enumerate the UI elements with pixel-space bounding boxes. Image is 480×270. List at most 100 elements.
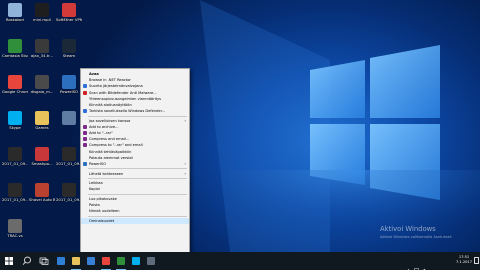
- menu-item[interactable]: Ominaisuudet: [81, 217, 189, 224]
- menu-separator: [88, 168, 187, 170]
- steam-icon: [62, 39, 76, 53]
- taskbar-clock[interactable]: 17:51 7.1.2017: [456, 255, 472, 265]
- network-icon[interactable]: [414, 258, 419, 270]
- menu-item[interactable]: Kopioi: [81, 186, 189, 192]
- menu-item-label: Add to "-.rar": [89, 131, 113, 136]
- game-icon: [35, 183, 49, 197]
- taskbar-app[interactable]: [54, 252, 68, 270]
- chevron-right-icon: ›: [184, 161, 186, 166]
- desktop-icon[interactable]: Games: [29, 111, 55, 143]
- menu-item-label: Lähetä kohteeseen: [89, 171, 124, 176]
- menu-item[interactable]: Tarkista sovelluksella Windows Defender.…: [81, 108, 189, 114]
- menu-item-label: Poista: [89, 203, 100, 208]
- menu-item-label: Tarkista sovelluksella Windows Defender.…: [89, 109, 166, 114]
- camtasia-icon: [8, 39, 22, 53]
- video-file-icon: [62, 147, 76, 161]
- desktop-icon-label: PowerISO: [60, 90, 78, 94]
- desktop-icon[interactable]: disgaia_m...: [29, 75, 55, 107]
- activate-windows-subtitle: Aktivoi Windows valitsemalla Asetukset.: [380, 235, 453, 239]
- menu-item-label: Palauta aiemmat versiot: [89, 155, 133, 160]
- winrar-icon: [83, 131, 87, 136]
- notification-icon[interactable]: [474, 257, 479, 264]
- desktop-icon-label: Shovel Auto Baldurs...: [29, 198, 55, 202]
- menu-item-label: Luo pikakuvake: [89, 196, 117, 201]
- taskbar-app[interactable]: [144, 252, 158, 270]
- desktop-icon-label: TRAC.vs: [7, 234, 23, 238]
- menu-item-label: Yhteensopivuusongelmien vianmääritys: [89, 96, 161, 101]
- taskbar-app[interactable]: [99, 252, 113, 270]
- desktop-icon-label: disgaia_m...: [30, 90, 54, 94]
- desktop-icon[interactable]: [56, 111, 82, 143]
- desktop-icon[interactable]: PowerISO: [56, 75, 82, 107]
- video-file-icon: [62, 183, 76, 197]
- clock-date: 7.1.2017: [455, 260, 472, 265]
- desktop-icon[interactable]: Skype: [2, 111, 28, 143]
- task-view-button[interactable]: [36, 252, 52, 270]
- desktop-icon-label: SoftEther VPN Clie...: [56, 18, 82, 22]
- menu-item-label: Jaa sovelluksen kanssa: [89, 118, 131, 123]
- windows-start-icon: [5, 257, 13, 265]
- taskbar-app[interactable]: [69, 252, 83, 270]
- activate-windows-title: Aktivoi Windows: [380, 225, 436, 233]
- menu-item-label: Avaa: [89, 72, 99, 76]
- menu-item-label: Scan with Bitdefender Anti Malware...: [89, 90, 157, 95]
- desktop-icon[interactable]: 2017_01_09...: [56, 147, 82, 179]
- system-tray: 17:51 7.1.2017: [400, 252, 480, 270]
- menu-separator: [88, 177, 187, 179]
- chrome-icon: [102, 257, 110, 265]
- desktop-icon-label: Roskakori: [5, 18, 25, 22]
- desktop-icon-label: Skype: [9, 126, 21, 130]
- taskbar-app[interactable]: [84, 252, 98, 270]
- desktop-icon[interactable]: 2017_01_09...: [56, 183, 82, 215]
- search-button[interactable]: [18, 252, 36, 270]
- chevron-right-icon: ›: [184, 170, 186, 176]
- desktop-icon[interactable]: Smashpo...: [29, 147, 55, 179]
- file-icon: [35, 39, 49, 53]
- file-icon: [62, 111, 76, 125]
- skype-icon: [132, 257, 140, 265]
- desktop-icon[interactable]: Google Chrome: [2, 75, 28, 107]
- menu-separator: [88, 115, 187, 117]
- bitdefender-icon: [83, 90, 87, 95]
- desktop-icon-label: Google Chrome: [2, 90, 28, 94]
- desktop-icon-label: mini.mp4: [33, 18, 51, 22]
- desktop-icon[interactable]: Steam: [56, 39, 82, 71]
- winrar-icon: [83, 137, 87, 142]
- edge-icon: [57, 257, 65, 265]
- menu-item-label: Compress to "-.rar" and email: [89, 143, 143, 148]
- desktop-icon-label: Smashpo...: [31, 162, 53, 166]
- search-icon: [22, 256, 31, 265]
- menu-item[interactable]: PowerISO ›: [81, 161, 189, 167]
- desktop-icon-label: Steam: [62, 54, 76, 58]
- winrar-icon: [83, 124, 87, 129]
- desktop-icon-label: 2017_01_09...: [56, 162, 82, 166]
- taskbar-app[interactable]: [114, 252, 128, 270]
- desktop-icon[interactable]: TRAC.vs: [2, 219, 28, 251]
- task-view-icon: [39, 257, 49, 265]
- chevron-up-icon[interactable]: [406, 258, 411, 270]
- menu-item[interactable]: Nimeä uudelleen: [81, 208, 189, 214]
- desktop-icon[interactable]: SoftEther VPN Clie...: [56, 3, 82, 35]
- desktop-icon[interactable]: Shovel Auto Baldurs...: [29, 183, 55, 215]
- camtasia-icon: [117, 257, 125, 265]
- menu-item-label: Browse in .NET Reactor: [89, 78, 131, 83]
- menu-item-label: Kiinnitä aloitusnäyttöön: [89, 102, 132, 107]
- volume-icon[interactable]: [422, 258, 427, 270]
- taskbar-app[interactable]: [129, 252, 143, 270]
- vpn-client-icon: [62, 3, 76, 17]
- menu-item-label: Kopioi: [89, 187, 100, 192]
- menu-item-label: Kiinnitä tehtäväpalkkiin: [89, 149, 132, 154]
- file-explorer-icon: [72, 257, 80, 265]
- desktop-icon-label: 2017_01_09...: [56, 198, 82, 202]
- menu-item[interactable]: Lähetä kohteeseen ›: [81, 171, 189, 177]
- desktop-icon[interactable]: Camtasia Studio 8: [2, 39, 28, 71]
- store-icon: [87, 257, 95, 265]
- desktop-icon[interactable]: 2017_01_09...: [2, 183, 28, 215]
- desktop-icon[interactable]: ajax_34.tr...: [29, 39, 55, 71]
- desktop-icon[interactable]: mini.mp4: [29, 3, 55, 35]
- menu-separator: [88, 215, 187, 217]
- start-button[interactable]: [0, 252, 18, 270]
- menu-item-label: Suorita järjestelmänvalvojana: [89, 84, 143, 89]
- desktop-icon[interactable]: Roskakori: [2, 3, 28, 35]
- desktop-icon[interactable]: 2017_01_09...: [2, 147, 28, 179]
